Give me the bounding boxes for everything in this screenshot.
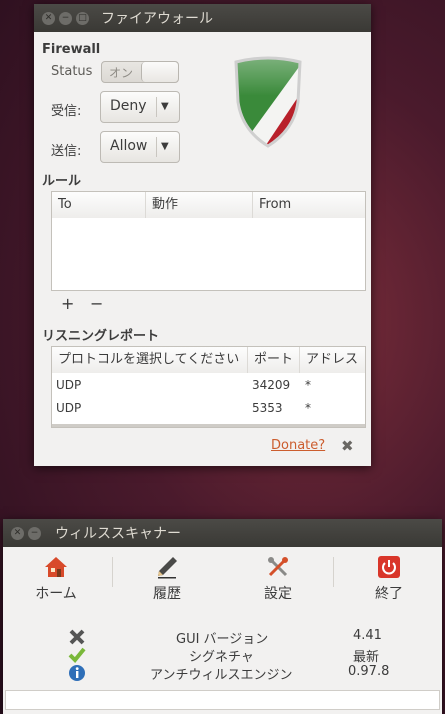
close-window-button[interactable]: ✕ bbox=[11, 526, 24, 540]
minimize-window-button[interactable]: − bbox=[28, 526, 41, 540]
shield-logo-icon bbox=[232, 56, 304, 148]
outgoing-policy-value: Allow bbox=[110, 138, 148, 154]
firewall-heading: Firewall bbox=[42, 42, 101, 57]
combo-separator bbox=[156, 97, 157, 117]
rules-heading: ルール bbox=[42, 174, 82, 189]
info-icon bbox=[68, 664, 86, 682]
maximize-window-button[interactable]: □ bbox=[76, 11, 89, 25]
chevron-down-icon: ▼ bbox=[161, 101, 169, 112]
listening-report-heading: リスニングレポート bbox=[42, 329, 160, 344]
chevron-down-icon: ▼ bbox=[161, 141, 169, 152]
info-value: 最新 bbox=[353, 650, 380, 665]
row-port: 34209 bbox=[252, 378, 291, 392]
combo-separator bbox=[156, 137, 157, 157]
status-toggle-knob bbox=[141, 62, 178, 82]
status-toggle-text: オン bbox=[109, 66, 134, 80]
column-header-to[interactable]: To bbox=[52, 192, 146, 218]
tools-icon bbox=[233, 555, 323, 579]
toolbar-label: 終了 bbox=[375, 586, 403, 602]
column-header-address[interactable]: アドレス bbox=[300, 347, 365, 373]
toolbar-separator bbox=[333, 557, 334, 587]
toolbar-settings-button[interactable]: 設定 bbox=[233, 555, 323, 603]
toolbar-label: 設定 bbox=[264, 586, 292, 602]
power-icon bbox=[344, 555, 434, 579]
close-icon[interactable]: ✖ bbox=[341, 437, 354, 455]
check-icon bbox=[68, 646, 86, 664]
info-value: 0.97.8 bbox=[348, 664, 390, 679]
column-header-port[interactable]: ポート bbox=[248, 347, 300, 373]
close-window-button[interactable]: ✕ bbox=[42, 11, 55, 25]
toolbar-label: ホーム bbox=[35, 586, 77, 602]
row-protocol: UDP bbox=[56, 401, 82, 415]
firewall-titlebar: ✕ − □ ファイアウォール bbox=[34, 4, 371, 32]
outgoing-policy-select[interactable]: Allow ▼ bbox=[100, 131, 180, 163]
toolbar-quit-button[interactable]: 終了 bbox=[344, 555, 434, 603]
info-name: アンチウィルスエンジン bbox=[150, 668, 293, 683]
column-header-action[interactable]: 動作 bbox=[146, 192, 253, 218]
incoming-policy-select[interactable]: Deny ▼ bbox=[100, 91, 180, 123]
status-label: Status bbox=[51, 64, 93, 79]
outgoing-label: 送信: bbox=[51, 144, 82, 159]
listening-report-table[interactable]: プロトコルを選択してください ポート アドレス UDP 34209 * UDP … bbox=[51, 346, 366, 428]
info-value: 4.41 bbox=[353, 628, 382, 643]
virus-scanner-window: ✕ − ウィルススキャナー ホーム 履歴 設定 終了 GUI バージョン 4.4… bbox=[3, 519, 442, 714]
firewall-window: ✕ − □ ファイアウォール Firewall Status オン 受信: De… bbox=[34, 4, 371, 466]
horizontal-scrollbar[interactable] bbox=[52, 424, 365, 427]
donate-link[interactable]: Donate? bbox=[271, 438, 325, 453]
window-title: ファイアウォール bbox=[101, 11, 213, 27]
window-title: ウィルススキャナー bbox=[55, 526, 181, 542]
row-protocol: UDP bbox=[56, 378, 82, 392]
rules-table[interactable]: To 動作 From bbox=[51, 191, 366, 291]
column-header-from[interactable]: From bbox=[253, 192, 365, 218]
minimize-window-button[interactable]: − bbox=[59, 11, 72, 25]
toolbar-separator bbox=[112, 557, 113, 587]
cross-icon bbox=[68, 628, 86, 646]
toolbar-label: 履歴 bbox=[153, 586, 181, 602]
home-icon bbox=[11, 555, 101, 579]
toolbar-home-button[interactable]: ホーム bbox=[11, 555, 101, 603]
incoming-policy-value: Deny bbox=[110, 98, 147, 114]
row-address: * bbox=[305, 401, 311, 415]
scanner-titlebar: ✕ − ウィルススキャナー bbox=[3, 519, 442, 547]
remove-rule-button[interactable]: − bbox=[90, 294, 103, 313]
column-header-protocol[interactable]: プロトコルを選択してください bbox=[52, 347, 248, 373]
info-name: シグネチャ bbox=[189, 650, 254, 665]
info-name: GUI バージョン bbox=[176, 632, 269, 647]
row-port: 5353 bbox=[252, 401, 283, 415]
status-bar bbox=[5, 690, 440, 710]
incoming-label: 受信: bbox=[51, 104, 82, 119]
add-rule-button[interactable]: + bbox=[61, 294, 74, 313]
status-toggle[interactable]: オン bbox=[101, 61, 179, 83]
toolbar-history-button[interactable]: 履歴 bbox=[122, 555, 212, 603]
row-address: * bbox=[305, 378, 311, 392]
pencil-icon bbox=[122, 555, 212, 579]
